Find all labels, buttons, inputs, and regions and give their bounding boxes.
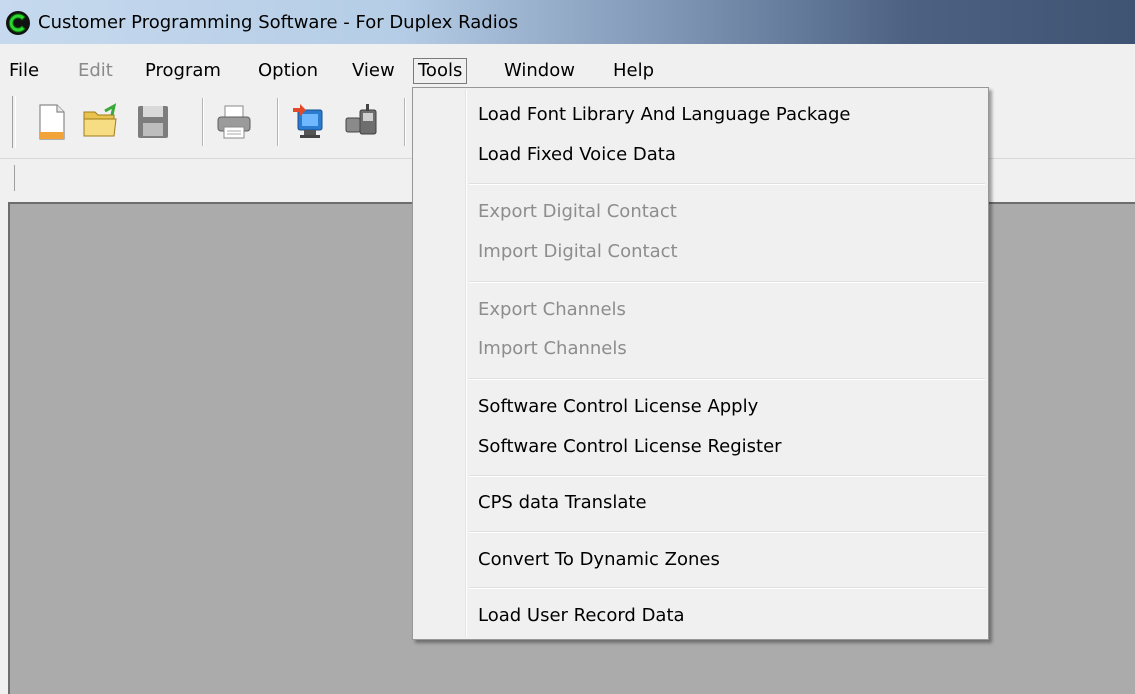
menu-item-convert-dynamic-zones[interactable]: Convert To Dynamic Zones (415, 542, 986, 578)
secondary-toolbar-grip[interactable] (14, 165, 15, 191)
menu-help[interactable]: Help (609, 58, 658, 84)
menu-item-load-fixed-voice-data[interactable]: Load Fixed Voice Data (415, 137, 986, 173)
new-file-icon[interactable] (32, 102, 72, 142)
printer-icon[interactable] (214, 102, 254, 142)
menu-item-export-channels[interactable]: Export Channels (415, 292, 986, 328)
menu-item-export-digital-contact[interactable]: Export Digital Contact (415, 194, 986, 230)
toolbar-separator (277, 98, 279, 146)
menubar-top-strip (0, 44, 1135, 56)
menu-item-label: Load User Record Data (478, 605, 685, 626)
menu-item-label: Load Fixed Voice Data (478, 144, 676, 165)
menu-separator (469, 281, 985, 283)
app-logo-icon (6, 11, 30, 35)
toolbar-separator (202, 98, 204, 146)
menu-item-license-apply[interactable]: Software Control License Apply (415, 389, 986, 425)
application-window: Customer Programming Software - For Dupl… (0, 0, 1135, 694)
toolbar-grip[interactable] (12, 96, 16, 148)
title-bar[interactable]: Customer Programming Software - For Dupl… (0, 0, 1135, 44)
menu-item-load-user-record-data[interactable]: Load User Record Data (415, 598, 986, 634)
menu-separator (469, 475, 985, 477)
menu-item-label: Load Font Library And Language Package (478, 104, 851, 125)
menu-option[interactable]: Option (254, 58, 322, 84)
menu-bar: File Edit Program Option View Tools Wind… (0, 56, 1135, 86)
menu-item-label: Import Digital Contact (478, 241, 678, 262)
menu-item-label: CPS data Translate (478, 492, 647, 513)
menu-separator (469, 183, 985, 185)
read-radio-icon[interactable] (289, 102, 329, 142)
menu-item-label: Software Control License Register (478, 436, 782, 457)
menu-item-label: Export Channels (478, 299, 626, 320)
menu-separator (469, 378, 985, 380)
left-frame (0, 202, 8, 694)
menu-separator (469, 531, 985, 533)
tools-dropdown-menu: Load Font Library And Language Package L… (412, 87, 989, 640)
menu-tools[interactable]: Tools (413, 58, 468, 84)
write-radio-icon[interactable] (342, 102, 382, 142)
menu-separator (469, 587, 985, 589)
menu-window[interactable]: Window (500, 58, 579, 84)
menu-item-cps-data-translate[interactable]: CPS data Translate (415, 485, 986, 521)
open-folder-icon[interactable] (81, 102, 121, 142)
menu-item-label: Import Channels (478, 338, 627, 359)
menu-item-license-register[interactable]: Software Control License Register (415, 429, 986, 465)
menu-item-label: Export Digital Contact (478, 201, 677, 222)
menu-item-load-font-library[interactable]: Load Font Library And Language Package (415, 97, 986, 133)
menu-item-import-channels[interactable]: Import Channels (415, 331, 986, 367)
window-title: Customer Programming Software - For Dupl… (38, 12, 519, 33)
menu-item-import-digital-contact[interactable]: Import Digital Contact (415, 234, 986, 270)
menu-file[interactable]: File (5, 58, 43, 84)
menu-item-label: Convert To Dynamic Zones (478, 549, 720, 570)
menu-program[interactable]: Program (141, 58, 225, 84)
toolbar-separator (404, 98, 406, 146)
menu-edit[interactable]: Edit (74, 58, 117, 84)
save-disk-icon[interactable] (133, 102, 173, 142)
menu-view[interactable]: View (348, 58, 399, 84)
menu-item-label: Software Control License Apply (478, 396, 759, 417)
